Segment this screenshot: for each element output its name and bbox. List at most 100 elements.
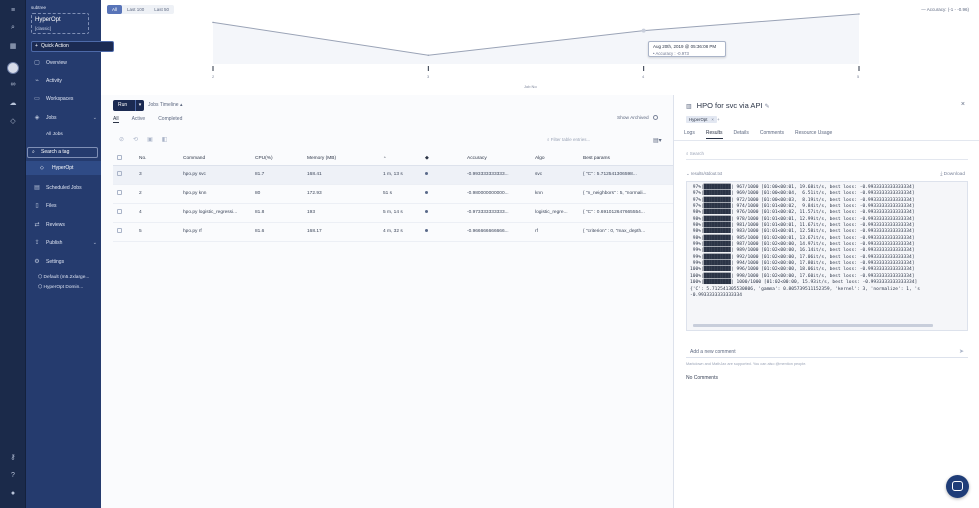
search-icon[interactable]: ⌕ <box>9 24 17 32</box>
sidebar-item-jobs[interactable]: ◈ Jobs ⌄ <box>26 113 101 124</box>
download-button[interactable]: ⤓ Download <box>940 171 965 177</box>
col-memory[interactable]: Memory (MB) <box>303 152 379 166</box>
cell-no[interactable]: 4 <box>135 203 179 223</box>
col-cpu[interactable]: CPU(%) <box>251 152 303 166</box>
tab-logs[interactable]: Logs <box>684 130 695 139</box>
search-tag-input[interactable]: ⌕ Search a tag <box>27 147 98 158</box>
table-row[interactable]: 5 hpo.py rf 81.6 168.17 4 m, 32 s -0.966… <box>113 222 673 242</box>
run-button[interactable]: Run ▾ <box>113 100 144 111</box>
project-switcher[interactable]: HyperOpt [classic] <box>31 13 89 34</box>
sidebar-item-overview[interactable]: ▢ Overview <box>26 58 101 69</box>
tag-icon[interactable]: ◇ <box>9 118 17 126</box>
select-all[interactable] <box>113 152 135 166</box>
tag-filter-hyperopt[interactable]: ◇ HyperOpt <box>26 161 101 175</box>
chevron-down-icon[interactable]: ▾ <box>135 100 144 111</box>
help-icon[interactable]: ? <box>9 472 17 480</box>
cell-best-params: { "C" : 5.712541306598... <box>579 165 673 185</box>
compare-icon[interactable]: ⟲ <box>133 136 138 143</box>
x-axis-title: Job No <box>524 84 537 89</box>
column-settings-icon[interactable]: ▤▾ <box>653 137 662 144</box>
filter-last-50[interactable]: Last 50 <box>149 5 174 14</box>
col-best-params[interactable]: Best params <box>579 152 673 166</box>
data-point[interactable] <box>641 28 646 33</box>
tab-resource-usage[interactable]: Resource Usage <box>795 130 832 139</box>
cell-command: hpo.py logistic_regressi... <box>179 203 251 223</box>
cell-no[interactable]: 2 <box>135 184 179 204</box>
columns-icon[interactable]: ◧ <box>162 136 168 143</box>
sidebar-item-settings[interactable]: ⚙ Settings <box>26 257 101 268</box>
sidebar-item-files[interactable]: ▯ Files <box>26 201 101 212</box>
link-icon[interactable]: ∞ <box>9 81 17 89</box>
data-point[interactable] <box>858 13 860 15</box>
grid-icon[interactable]: ▦ <box>9 43 17 51</box>
sidebar-item-publish[interactable]: ⇪ Publish ⌄ <box>26 238 101 249</box>
filter-last-100[interactable]: Last 100 <box>122 5 149 14</box>
close-icon[interactable]: × <box>961 101 965 108</box>
activity-icon: ⌁ <box>35 78 39 84</box>
col-duration[interactable]: ◔ <box>379 152 421 166</box>
send-icon[interactable]: ➤ <box>959 348 964 355</box>
horizontal-scrollbar[interactable] <box>693 324 933 327</box>
tab-completed[interactable]: Completed <box>158 116 182 123</box>
col-tags[interactable]: ◆ <box>421 152 463 166</box>
sidebar-item-workspaces[interactable]: ▭ Workspaces <box>26 94 101 105</box>
cell-cpu: 81.6 <box>251 222 303 242</box>
add-tag-icon[interactable]: + <box>717 117 720 122</box>
stdout-console[interactable]: 97%|█████████▉| 967/1000 [01:00<00:01, 1… <box>686 181 968 331</box>
jobs-timeline-toggle[interactable]: Jobs Timeline ▴ <box>148 102 182 108</box>
cell-no[interactable]: 3 <box>135 165 179 185</box>
table-row[interactable]: 4 hpo.py logistic_regressi... 81.8 193 5… <box>113 203 673 223</box>
row-checkbox[interactable] <box>113 222 135 242</box>
table-row[interactable]: 3 hpo.py svc 81.7 168.41 1 m, 13 s -0.99… <box>113 165 673 185</box>
tab-comments[interactable]: Comments <box>760 130 784 139</box>
file-path[interactable]: ⌄ results/stdout.txt <box>686 171 722 177</box>
sidebar-item-reviews[interactable]: ⇄ Reviews <box>26 220 101 231</box>
sidebar-item-activity[interactable]: ⌁ Activity <box>26 76 101 87</box>
stdout-text: 97%|█████████▉| 967/1000 [01:00<00:01, 1… <box>690 185 920 298</box>
results-search-input[interactable]: ⌕ Search <box>686 151 704 156</box>
cell-no[interactable]: 5 <box>135 222 179 242</box>
settings-sub-default[interactable]: ⬡ Default (m5.2xlarge... <box>38 275 89 280</box>
col-algo[interactable]: Algo <box>531 152 579 166</box>
comment-input[interactable]: Add a new comment ➤ <box>686 345 968 358</box>
cell-tag <box>421 184 463 204</box>
checkbox-icon <box>117 171 122 176</box>
tab-all[interactable]: All <box>113 116 119 123</box>
panel-toggle-icon[interactable]: ▥ <box>686 104 692 110</box>
sidebar-item-scheduled-jobs[interactable]: ▤ Scheduled Jobs <box>26 183 101 194</box>
col-accuracy[interactable]: Accuracy <box>463 152 531 166</box>
col-no[interactable]: No. <box>135 152 179 166</box>
filter-input[interactable]: ⌕ Filter table entries... <box>547 137 590 142</box>
filter-all[interactable]: All <box>107 5 123 14</box>
menu-icon[interactable]: ≡ <box>9 7 17 15</box>
cloud-icon[interactable]: ☁ <box>9 100 17 108</box>
row-checkbox[interactable] <box>113 203 135 223</box>
chat-button[interactable] <box>946 475 969 498</box>
row-checkbox[interactable] <box>113 165 135 185</box>
show-archived-toggle[interactable]: Show Archived <box>617 115 658 121</box>
data-point[interactable] <box>212 21 214 24</box>
edit-icon[interactable]: ✎ <box>765 104 770 110</box>
stop-icon[interactable]: ⊘ <box>119 136 124 143</box>
tab-active[interactable]: Active <box>132 116 146 123</box>
cell-memory: 168.41 <box>303 165 379 185</box>
row-checkbox[interactable] <box>113 184 135 204</box>
avatar[interactable] <box>7 62 19 74</box>
remove-tag-icon[interactable]: × <box>711 117 714 122</box>
cell-duration: 5 m, 14 s <box>379 203 421 223</box>
user-icon[interactable]: ● <box>9 490 17 498</box>
sidebar-item-all-jobs[interactable]: All Jobs <box>46 132 63 137</box>
tab-details[interactable]: Details <box>734 130 749 139</box>
detail-tag-chip[interactable]: HyperOpt × <box>686 116 717 123</box>
settings-sub-hyperopt[interactable]: ⬡ HyperOpt Domin... <box>38 285 83 290</box>
key-icon[interactable]: ⚷ <box>9 454 17 462</box>
col-command[interactable]: Command <box>179 152 251 166</box>
archive-icon[interactable]: ▣ <box>147 136 153 143</box>
no-comments-text: No Comments <box>686 375 718 381</box>
chevron-down-icon: ⌄ <box>92 240 97 246</box>
data-point[interactable] <box>427 54 430 57</box>
tab-results[interactable]: Results <box>705 130 723 139</box>
cell-best-params: { "criterion" : 0, "max_depth... <box>579 222 673 242</box>
tag-dot-icon <box>425 172 428 175</box>
table-row[interactable]: 2 hpo.py knn 80 172.93 51 s -0.980000000… <box>113 184 673 204</box>
